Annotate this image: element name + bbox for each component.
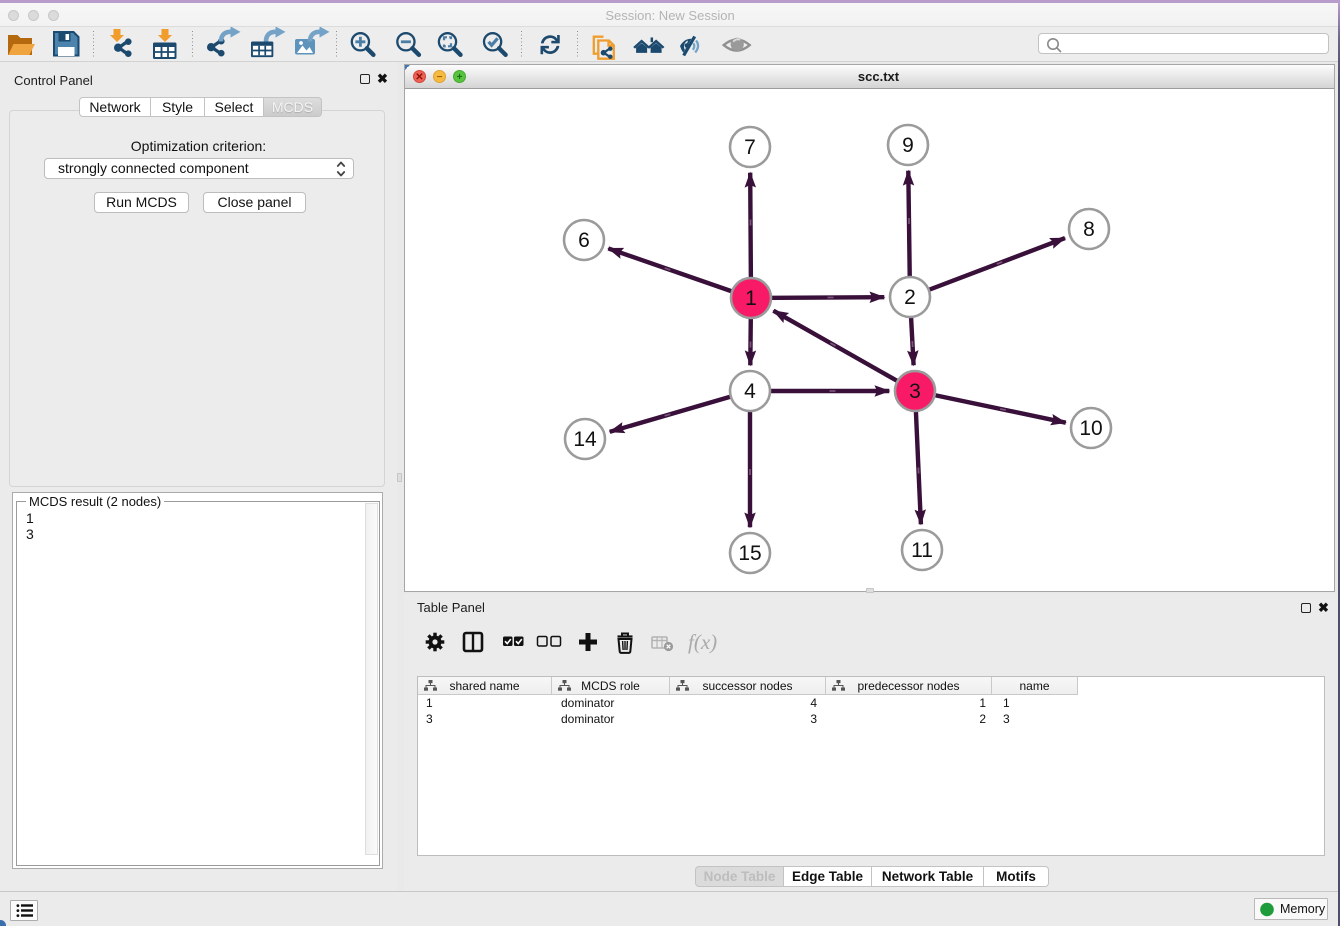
svg-text:1: 1 xyxy=(745,287,757,310)
svg-text:14: 14 xyxy=(573,428,597,451)
svg-text:9: 9 xyxy=(902,134,914,157)
svg-text:11: 11 xyxy=(911,539,933,562)
svg-text:4: 4 xyxy=(744,380,756,403)
svg-text:10: 10 xyxy=(1079,417,1102,440)
svg-text:2: 2 xyxy=(904,286,916,309)
svg-text:7: 7 xyxy=(744,136,756,159)
svg-text:f(x): f(x) xyxy=(688,630,717,654)
svg-text:8: 8 xyxy=(1083,218,1095,241)
svg-text:15: 15 xyxy=(738,542,761,565)
svg-text:3: 3 xyxy=(909,380,921,403)
svg-text:6: 6 xyxy=(578,229,590,252)
